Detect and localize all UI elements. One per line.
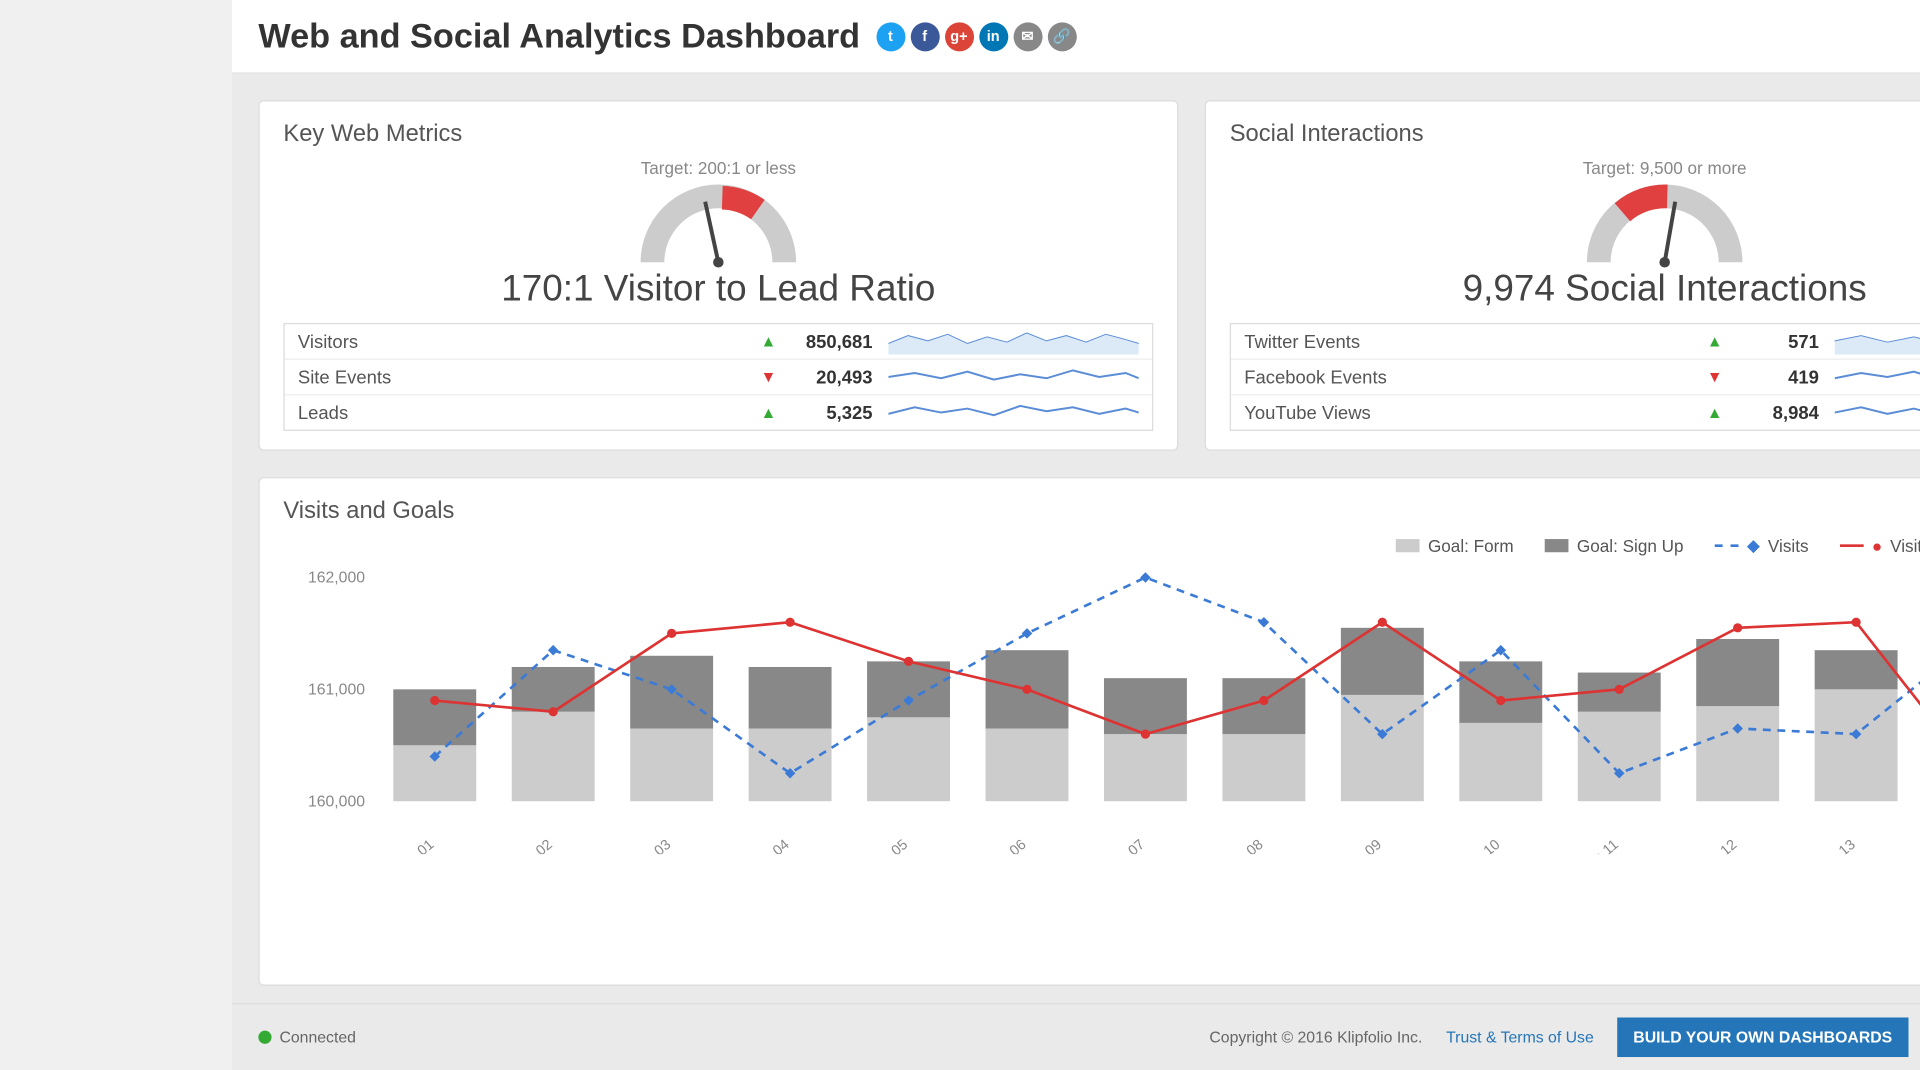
- svg-text:Jan 01: Jan 01: [394, 837, 438, 854]
- svg-text:Jan 08: Jan 08: [1223, 837, 1267, 854]
- svg-text:Jan 11: Jan 11: [1579, 837, 1622, 854]
- legend-gcr: ●Visits to Lead (GCR): [1840, 535, 1920, 556]
- share-icons: t f g+ in ✉ 🔗: [876, 22, 1076, 51]
- svg-text:Jan 10: Jan 10: [1460, 837, 1504, 854]
- gauge-target: Target: 200:1 or less: [283, 158, 1153, 178]
- gauge-chart: [626, 183, 811, 275]
- metric-row: Twitter Events ▲ 571: [1231, 324, 1920, 360]
- svg-text:Jan 13: Jan 13: [1815, 837, 1859, 854]
- build-dashboards-button[interactable]: BUILD YOUR OWN DASHBOARDS: [1617, 1017, 1908, 1057]
- metric-value: 8,984: [1727, 402, 1819, 423]
- svg-text:Jan 12: Jan 12: [1697, 837, 1741, 854]
- metric-row: Site Events ▼ 20,493: [285, 360, 1152, 396]
- svg-text:Jan 04: Jan 04: [749, 837, 793, 854]
- metrics-table: Twitter Events ▲ 571 Facebook Events ▼ 4…: [1230, 323, 1920, 431]
- gauge-chart: [1572, 183, 1757, 275]
- svg-text:Jan 06: Jan 06: [986, 837, 1030, 854]
- sparkline: [1835, 399, 1920, 425]
- header: Web and Social Analytics Dashboard t f g…: [232, 0, 1920, 74]
- svg-text:162,000: 162,000: [308, 570, 365, 587]
- metric-name: Visitors: [298, 331, 757, 352]
- trend-down-icon: ▼: [757, 368, 781, 386]
- metric-row: Leads ▲ 5,325: [285, 395, 1152, 429]
- social-interactions-card: Social Interactions Target: 9,500 or mor…: [1205, 100, 1920, 451]
- copyright: Copyright © 2016 Klipfolio Inc.: [1209, 1028, 1422, 1046]
- facebook-icon[interactable]: f: [910, 22, 939, 51]
- metric-name: Site Events: [298, 366, 757, 387]
- svg-text:160,000: 160,000: [308, 793, 365, 810]
- svg-text:Jan 03: Jan 03: [631, 837, 675, 854]
- trend-up-icon: ▲: [757, 332, 781, 350]
- trend-up-icon: ▲: [1703, 403, 1727, 421]
- chart-legend: Goal: Form Goal: Sign Up ◆Visits ●Visits…: [283, 535, 1920, 556]
- linkedin-icon[interactable]: in: [979, 22, 1008, 51]
- metric-row: YouTube Views ▲ 8,984: [1231, 395, 1920, 429]
- metric-name: Twitter Events: [1244, 331, 1703, 352]
- metric-name: Facebook Events: [1244, 366, 1703, 387]
- legend-form: Goal: Form: [1396, 535, 1513, 556]
- svg-text:Jan 09: Jan 09: [1341, 837, 1385, 854]
- metric-row: Facebook Events ▼ 419: [1231, 360, 1920, 396]
- link-icon[interactable]: 🔗: [1047, 22, 1076, 51]
- svg-text:161,000: 161,000: [308, 682, 365, 699]
- page-title: Web and Social Analytics Dashboard: [258, 16, 860, 57]
- metric-value: 571: [1727, 331, 1819, 352]
- googleplus-icon[interactable]: g+: [944, 22, 973, 51]
- connected-icon: [258, 1031, 271, 1044]
- metric-row: Visitors ▲ 850,681: [285, 324, 1152, 360]
- sparkline: [888, 328, 1138, 354]
- metric-value: 20,493: [780, 366, 872, 387]
- trend-up-icon: ▲: [757, 403, 781, 421]
- svg-text:Jan 07: Jan 07: [1104, 837, 1148, 854]
- metric-value: 5,325: [780, 402, 872, 423]
- trend-up-icon: ▲: [1703, 332, 1727, 350]
- visits-goals-chart: 160,000161,000162,0004%6%8%Jan 01Jan 02J…: [283, 564, 1920, 854]
- metric-value: 419: [1727, 366, 1819, 387]
- legend-signup: Goal: Sign Up: [1545, 535, 1683, 556]
- gauge-label: 170:1 Visitor to Lead Ratio: [283, 268, 1153, 310]
- terms-link[interactable]: Trust & Terms of Use: [1446, 1028, 1594, 1046]
- metric-value: 850,681: [780, 331, 872, 352]
- key-web-metrics-card: Key Web Metrics Target: 200:1 or less 17…: [258, 100, 1178, 451]
- card-title: Visits and Goals: [283, 497, 1920, 525]
- trend-down-icon: ▼: [1703, 368, 1727, 386]
- email-icon[interactable]: ✉: [1013, 22, 1042, 51]
- footer: Connected Copyright © 2016 Klipfolio Inc…: [232, 1003, 1920, 1070]
- sparkline: [888, 399, 1138, 425]
- visits-goals-card: Visits and Goals Goal: Form Goal: Sign U…: [258, 477, 1920, 986]
- connected-label: Connected: [279, 1028, 356, 1046]
- metric-name: YouTube Views: [1244, 402, 1703, 423]
- sparkline: [1835, 364, 1920, 390]
- svg-text:Jan 02: Jan 02: [512, 837, 556, 854]
- sparkline: [888, 364, 1138, 390]
- gauge-label: 9,974 Social Interactions: [1230, 268, 1920, 310]
- metrics-table: Visitors ▲ 850,681 Site Events ▼ 20,493 …: [283, 323, 1153, 431]
- metric-name: Leads: [298, 402, 757, 423]
- twitter-icon[interactable]: t: [876, 22, 905, 51]
- card-title: Social Interactions: [1230, 120, 1920, 148]
- gauge-target: Target: 9,500 or more: [1230, 158, 1920, 178]
- legend-visits: ◆Visits: [1715, 535, 1808, 556]
- svg-text:Jan 05: Jan 05: [868, 837, 912, 854]
- card-title: Key Web Metrics: [283, 120, 1153, 148]
- sparkline: [1835, 328, 1920, 354]
